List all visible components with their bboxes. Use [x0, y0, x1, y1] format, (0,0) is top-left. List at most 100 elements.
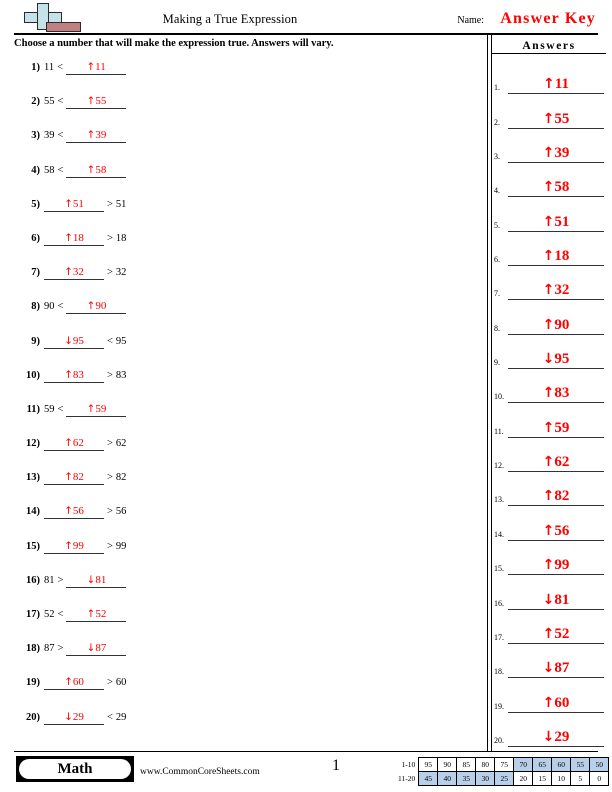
problem-number: 2)	[31, 96, 40, 108]
grading-scale-cell: 40	[437, 771, 458, 786]
answer-blank[interactable]: ↑62	[44, 437, 104, 452]
answer-row: 8. ↑90	[492, 300, 610, 335]
answer-blank[interactable]: ↑58	[66, 164, 127, 178]
answer-blank[interactable]: ↑60	[44, 676, 104, 691]
answer-line[interactable]: ↑99	[508, 557, 604, 576]
answer-blank[interactable]: ↑59	[66, 403, 127, 417]
problem-expression: 87 > ↓87	[44, 642, 127, 657]
answer-blank[interactable]: ↓81	[66, 573, 127, 588]
arrow-down-icon: ↓	[64, 710, 73, 723]
problem-list: 1) 11 < ↑11 2) 55 < ↑55 3) 39 < ↑39 4) 58 < ↑58 5) ↑51 >51…	[0, 58, 487, 742]
problem-number: 5)	[31, 198, 40, 210]
answer-value: 90	[95, 300, 107, 313]
answer-value: 55	[554, 110, 570, 127]
answer-row-number: 4.	[494, 186, 500, 196]
grading-scale-cell: 60	[551, 757, 572, 772]
grading-scale: 1-10 95 90 85 80 75 70 65 60 55 50 11-20 45 40 35 30…	[398, 757, 610, 786]
answer-blank[interactable]: ↑52	[66, 608, 127, 622]
answer-blank[interactable]: ↑99	[44, 540, 104, 554]
answer-line[interactable]: ↑62	[508, 454, 604, 473]
answer-line[interactable]: ↑83	[508, 385, 604, 404]
operand-value: 58	[44, 164, 55, 176]
operand-value: 81	[44, 574, 55, 586]
answer-line[interactable]: ↑60	[508, 695, 604, 713]
problem-row: 7) ↑32 >32	[0, 263, 487, 297]
problem-row: 19) ↑60 >60	[0, 673, 487, 707]
comparison-operator: >	[107, 198, 113, 210]
arrow-up-icon: ↑	[542, 419, 555, 436]
answer-blank[interactable]: ↓87	[66, 642, 127, 657]
answer-blank[interactable]: ↑32	[44, 266, 104, 281]
answer-row-number: 5.	[494, 220, 500, 230]
answer-blank[interactable]: ↑82	[44, 471, 104, 486]
page-header: Making a True Expression Name: Answer Ke…	[0, 0, 612, 36]
answer-line[interactable]: ↓87	[508, 660, 604, 679]
answers-list: 1. ↑11 2. ↑55 3. ↑39 4. ↑58 5. ↑51 6. ↑18 7. ↑32 8. ↑90…	[492, 60, 610, 747]
operand-value: 52	[44, 609, 55, 620]
grading-scale-cell: 90	[437, 757, 458, 772]
answer-line[interactable]: ↓81	[508, 592, 604, 610]
answer-row: 9. ↓95	[492, 335, 610, 370]
answer-line[interactable]: ↑55	[508, 111, 604, 129]
answer-blank[interactable]: ↑56	[44, 505, 104, 520]
grading-scale-cell: 85	[456, 757, 477, 772]
operand-value: 90	[44, 301, 55, 313]
arrow-up-icon: ↑	[542, 694, 555, 711]
answer-line[interactable]: ↑32	[508, 282, 604, 301]
comparison-operator: >	[57, 574, 64, 586]
answer-line[interactable]: ↑52	[508, 626, 604, 644]
answer-row: 16. ↓81	[492, 575, 610, 610]
answer-blank[interactable]: ↓95	[44, 335, 104, 349]
answer-line[interactable]: ↑82	[508, 488, 604, 507]
answer-line[interactable]: ↓29	[508, 729, 604, 747]
problem-number: 18)	[26, 643, 40, 655]
problem-row: 3) 39 < ↑39	[0, 126, 487, 160]
arrow-down-icon: ↓	[542, 728, 555, 745]
answer-value: 29	[72, 710, 84, 723]
answer-blank[interactable]: ↑51	[44, 198, 104, 212]
answer-line[interactable]: ↑51	[508, 214, 604, 232]
grading-scale-table: 1-10 95 90 85 80 75 70 65 60 55 50 11-20 45 40 35 30…	[398, 757, 610, 786]
problem-number: 6)	[31, 232, 40, 244]
answer-blank[interactable]: ↓29	[44, 711, 104, 725]
problem-row: 10) ↑83 >83	[0, 366, 487, 400]
problem-row: 8) 90 < ↑90	[0, 297, 487, 331]
arrow-up-icon: ↑	[64, 505, 73, 518]
problem-number: 17)	[26, 609, 40, 620]
answer-line[interactable]: ↑56	[508, 523, 604, 541]
comparison-operator: <	[57, 62, 64, 73]
answer-row: 3. ↑39	[492, 129, 610, 164]
grading-scale-cell: 0	[589, 771, 610, 786]
answer-line[interactable]: ↓95	[508, 351, 604, 370]
answer-line[interactable]: ↑18	[508, 248, 604, 267]
problem-row: 11) 59 < ↑59	[0, 400, 487, 434]
answer-line[interactable]: ↑59	[508, 420, 604, 438]
answer-row: 17. ↑52	[492, 610, 610, 644]
answer-line[interactable]: ↑11	[508, 76, 604, 95]
arrow-up-icon: ↑	[542, 316, 555, 333]
problem-expression: ↑60 >60	[44, 676, 126, 691]
answer-blank[interactable]: ↑83	[44, 369, 104, 383]
answer-line[interactable]: ↑58	[508, 179, 604, 198]
answer-blank[interactable]: ↑11	[66, 61, 127, 75]
grading-scale-cell: 95	[418, 757, 439, 772]
grading-scale-cell: 10	[551, 771, 572, 786]
arrow-down-icon: ↓	[64, 334, 73, 347]
answer-value: 99	[554, 557, 570, 574]
problem-row: 9) ↓95 <95	[0, 332, 487, 366]
answer-line[interactable]: ↑90	[508, 317, 604, 335]
operand-value: 99	[115, 540, 127, 552]
answer-row: 10. ↑83	[492, 369, 610, 404]
answer-row-number: 14.	[494, 529, 504, 539]
answer-blank[interactable]: ↑55	[66, 95, 127, 110]
arrow-up-icon: ↑	[542, 282, 555, 299]
answer-blank[interactable]: ↑39	[66, 129, 127, 144]
arrow-down-icon: ↓	[86, 573, 96, 586]
answer-blank[interactable]: ↑18	[44, 232, 104, 246]
arrow-up-icon: ↑	[542, 522, 555, 539]
answer-blank[interactable]: ↑90	[66, 300, 127, 315]
problem-row: 4) 58 < ↑58	[0, 161, 487, 195]
problem-row: 2) 55 < ↑55	[0, 92, 487, 126]
footer-divider-rule	[14, 751, 598, 753]
answer-line[interactable]: ↑39	[508, 145, 604, 164]
